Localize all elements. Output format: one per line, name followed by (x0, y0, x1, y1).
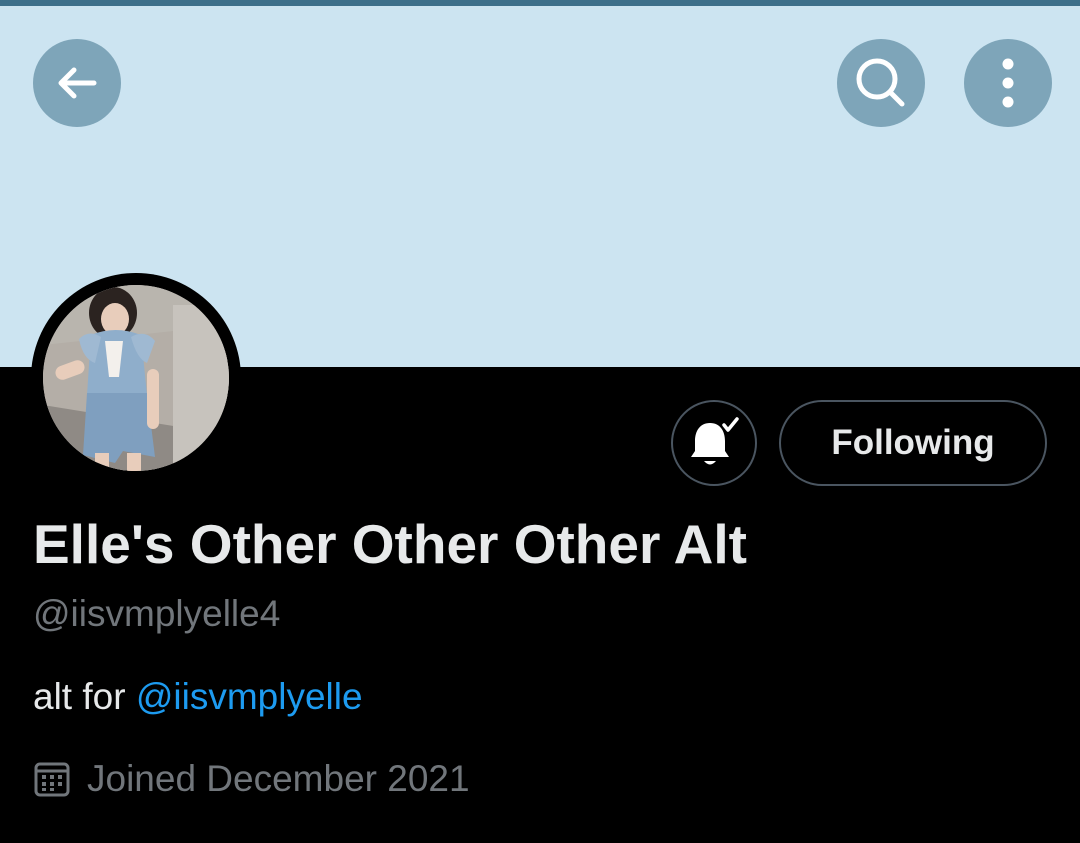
profile-page: Following Elle's Other Other Other Alt @… (0, 0, 1080, 843)
notifications-button[interactable] (671, 400, 757, 486)
profile-bio: alt for @iisvmplyelle (33, 676, 363, 718)
bio-text: alt for (33, 676, 136, 717)
search-icon (856, 58, 905, 107)
more-options-button[interactable] (964, 39, 1052, 127)
avatar[interactable] (43, 285, 229, 471)
avatar-photo (43, 285, 229, 471)
back-button[interactable] (33, 39, 121, 127)
calendar-icon (34, 762, 70, 797)
bell-subscribed-icon (691, 417, 739, 465)
arrow-left-icon (58, 67, 97, 99)
following-button[interactable]: Following (779, 400, 1047, 486)
more-vertical-icon (1002, 58, 1014, 108)
profile-display-name: Elle's Other Other Other Alt (33, 513, 747, 575)
profile-handle: @iisvmplyelle4 (33, 593, 281, 634)
joined-date: Joined December 2021 (33, 758, 470, 800)
search-button[interactable] (837, 39, 925, 127)
bio-mention-link[interactable]: @iisvmplyelle (136, 676, 363, 717)
joined-date-text: Joined December 2021 (87, 758, 470, 799)
